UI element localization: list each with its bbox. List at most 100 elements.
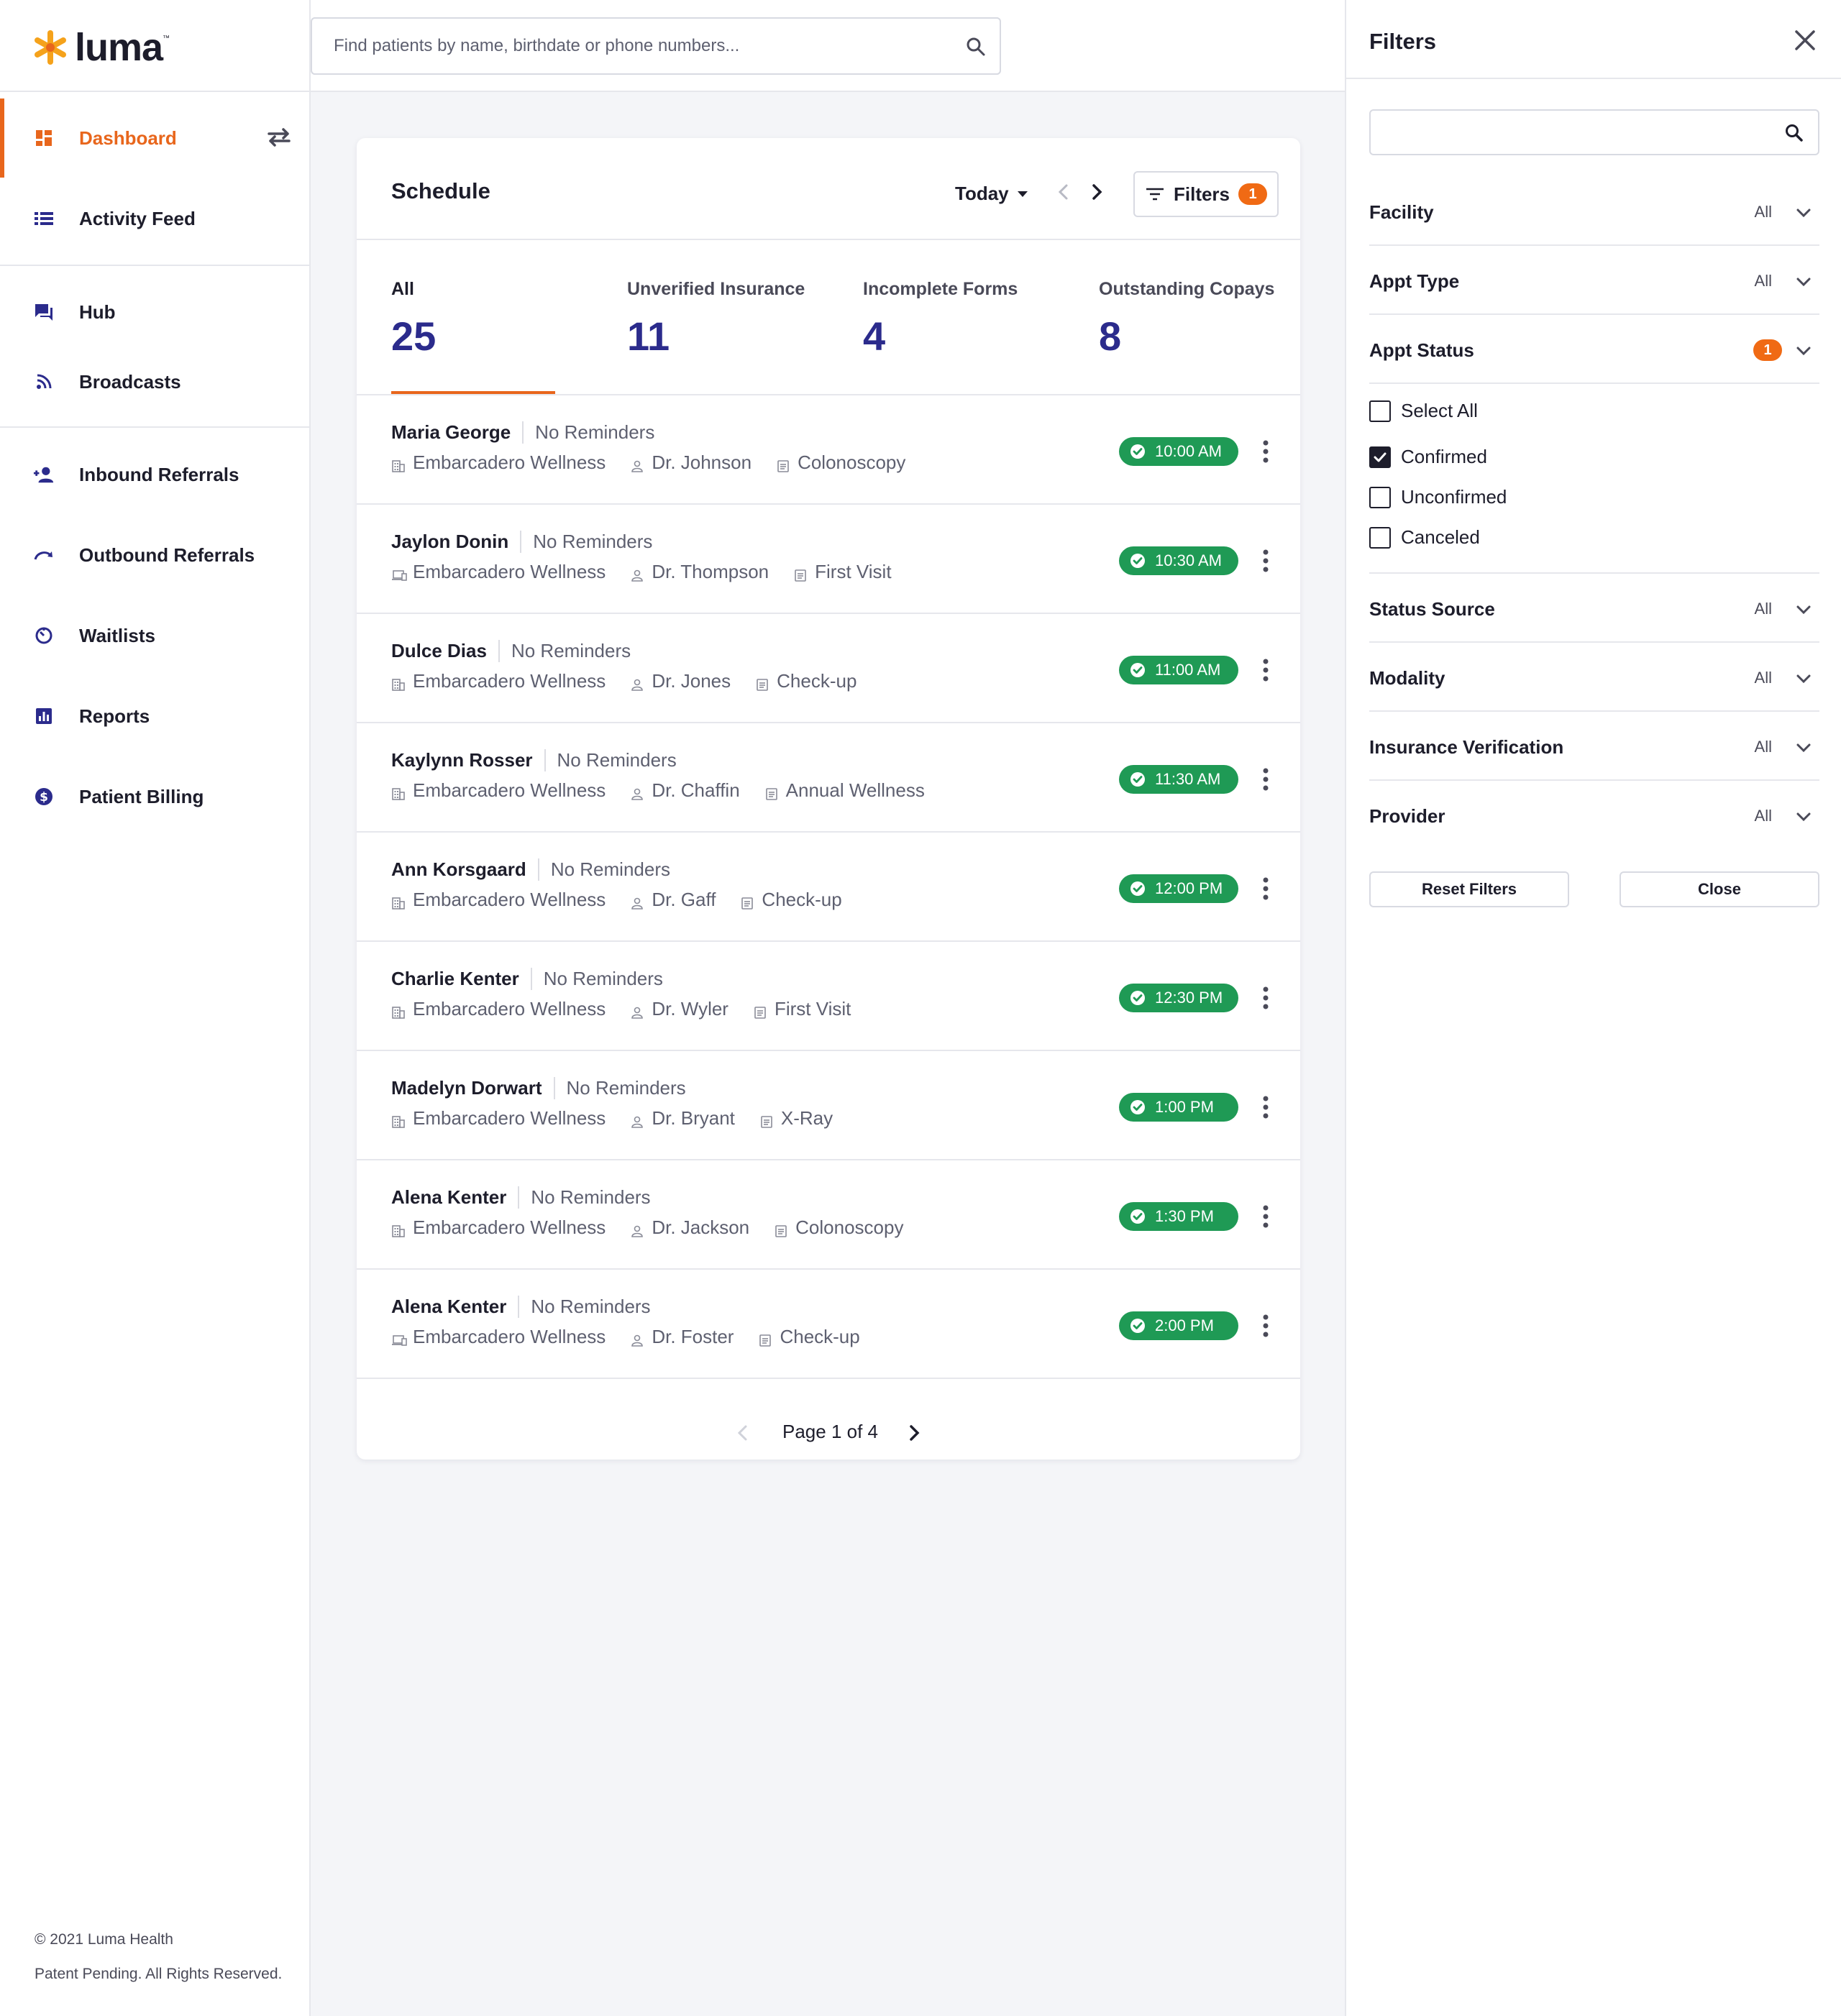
reset-filters-button[interactable]: Reset Filters bbox=[1369, 871, 1569, 907]
filters-button[interactable]: Filters 1 bbox=[1133, 171, 1279, 217]
appointment-time-badge[interactable]: 10:30 AM bbox=[1119, 546, 1238, 575]
sidebar-item-waitlists[interactable]: Waitlists bbox=[0, 596, 309, 675]
checkbox-box[interactable] bbox=[1369, 446, 1391, 468]
more-options-icon[interactable] bbox=[1260, 765, 1271, 794]
appointment-row[interactable]: Kaylynn Rosser No Reminders Embarcadero … bbox=[357, 723, 1300, 833]
appointment-row[interactable]: Maria George No Reminders Embarcadero We… bbox=[357, 395, 1300, 505]
stat-outstanding-copays[interactable]: Outstanding Copays 8 bbox=[1099, 279, 1274, 359]
facet-label: Appt Status bbox=[1369, 339, 1474, 361]
patient-name[interactable]: Charlie Kenter No Reminders bbox=[391, 968, 663, 990]
stat-incomplete-forms[interactable]: Incomplete Forms 4 bbox=[863, 279, 1018, 359]
luma-logo[interactable]: luma ™ bbox=[33, 26, 170, 69]
patient-name[interactable]: Ann Korsgaard No Reminders bbox=[391, 858, 670, 881]
appointment-time-badge[interactable]: 11:30 AM bbox=[1119, 765, 1238, 794]
facet-label: Modality bbox=[1369, 667, 1445, 689]
appointment-time-badge[interactable]: 12:00 PM bbox=[1119, 874, 1238, 903]
reminders-status: No Reminders bbox=[544, 749, 677, 771]
checkbox-box[interactable] bbox=[1369, 400, 1391, 422]
appointment-time-badge[interactable]: 1:00 PM bbox=[1119, 1093, 1238, 1122]
facet-provider[interactable]: Provider All bbox=[1369, 795, 1819, 838]
sidebar-item-patient-billing[interactable]: $ Patient Billing bbox=[0, 757, 309, 836]
appointment-row[interactable]: Dulce Dias No Reminders Embarcadero Well… bbox=[357, 614, 1300, 723]
more-options-icon[interactable] bbox=[1260, 1093, 1271, 1122]
pagination: Page 1 of 4 bbox=[357, 1412, 1300, 1455]
patient-name[interactable]: Dulce Dias No Reminders bbox=[391, 640, 631, 662]
patient-search-input[interactable]: Find patients by name, birthdate or phon… bbox=[311, 17, 1001, 75]
sidebar-item-hub[interactable]: Hub bbox=[0, 272, 309, 352]
patient-name-text: Kaylynn Rosser bbox=[391, 749, 533, 771]
appointment-type: Colonoscopy bbox=[776, 452, 905, 474]
sidebar-item-dashboard[interactable]: Dashboard bbox=[0, 98, 309, 178]
patient-name[interactable]: Alena Kenter No Reminders bbox=[391, 1186, 651, 1209]
appointment-time-badge[interactable]: 2:00 PM bbox=[1119, 1311, 1238, 1340]
patient-name[interactable]: Kaylynn Rosser No Reminders bbox=[391, 749, 677, 771]
check-circle-icon bbox=[1130, 1209, 1145, 1224]
appointment-row[interactable]: Ann Korsgaard No Reminders Embarcadero W… bbox=[357, 833, 1300, 942]
stat-unverified-insurance[interactable]: Unverified Insurance 11 bbox=[627, 279, 805, 359]
more-options-icon[interactable] bbox=[1260, 437, 1271, 466]
appointment-type-name: X-Ray bbox=[780, 1107, 833, 1129]
appointment-row[interactable]: Madelyn Dorwart No Reminders Embarcadero… bbox=[357, 1051, 1300, 1160]
person-add-icon bbox=[33, 464, 55, 485]
appointment-type: Check-up bbox=[740, 889, 842, 911]
more-options-icon[interactable] bbox=[1260, 656, 1271, 684]
sidebar-item-inbound-referrals[interactable]: Inbound Referrals bbox=[0, 435, 309, 514]
facet-insurance-verification[interactable]: Insurance Verification All bbox=[1369, 726, 1819, 769]
facet-facility[interactable]: Facility All bbox=[1369, 191, 1819, 234]
checkbox-canceled[interactable]: Canceled bbox=[1369, 526, 1480, 549]
sidebar-item-activity-feed[interactable]: Activity Feed bbox=[0, 179, 309, 258]
checkbox-box[interactable] bbox=[1369, 526, 1391, 549]
appointment-time-badge[interactable]: 1:30 PM bbox=[1119, 1202, 1238, 1231]
more-options-icon[interactable] bbox=[1260, 1311, 1271, 1340]
patient-name-text: Charlie Kenter bbox=[391, 968, 519, 989]
more-options-icon[interactable] bbox=[1260, 546, 1271, 575]
sidebar-item-reports[interactable]: Reports bbox=[0, 677, 309, 756]
stat-label: All bbox=[391, 279, 414, 299]
next-day-button[interactable] bbox=[1084, 180, 1109, 204]
previous-page-button[interactable] bbox=[732, 1421, 754, 1445]
appointment-time-badge[interactable]: 10:00 AM bbox=[1119, 437, 1238, 466]
facility: Embarcadero Wellness bbox=[391, 1107, 606, 1130]
building-icon bbox=[391, 674, 406, 691]
facet-status-source[interactable]: Status Source All bbox=[1369, 588, 1819, 631]
patient-name[interactable]: Madelyn Dorwart No Reminders bbox=[391, 1077, 686, 1099]
patient-name-text: Alena Kenter bbox=[391, 1186, 507, 1208]
swap-icon[interactable] bbox=[265, 125, 293, 150]
date-range-dropdown[interactable]: Today bbox=[955, 183, 1028, 205]
checkbox-box[interactable] bbox=[1369, 486, 1391, 508]
sidebar-item-broadcasts[interactable]: Broadcasts bbox=[0, 342, 309, 421]
appointment-row[interactable]: Alena Kenter No Reminders Embarcadero We… bbox=[357, 1270, 1300, 1379]
checkbox-select-all[interactable]: Select All bbox=[1369, 400, 1478, 422]
appointment-time: 2:00 PM bbox=[1155, 1316, 1214, 1334]
more-options-icon[interactable] bbox=[1260, 1202, 1271, 1231]
facet-modality[interactable]: Modality All bbox=[1369, 657, 1819, 700]
patient-name[interactable]: Maria George No Reminders bbox=[391, 421, 654, 444]
patient-name[interactable]: Alena Kenter No Reminders bbox=[391, 1296, 651, 1318]
previous-day-button[interactable] bbox=[1051, 180, 1076, 204]
checkbox-unconfirmed[interactable]: Unconfirmed bbox=[1369, 486, 1507, 508]
close-filters-button[interactable]: Close bbox=[1620, 871, 1819, 907]
checkbox-confirmed[interactable]: Confirmed bbox=[1369, 446, 1487, 468]
next-page-button[interactable] bbox=[903, 1421, 925, 1445]
clipboard-icon bbox=[793, 565, 808, 582]
appointment-time-badge[interactable]: 12:30 PM bbox=[1119, 984, 1238, 1012]
check-circle-icon bbox=[1130, 1100, 1145, 1114]
more-options-icon[interactable] bbox=[1260, 984, 1271, 1012]
appointment-row[interactable]: Charlie Kenter No Reminders Embarcadero … bbox=[357, 942, 1300, 1051]
stat-all[interactable]: All 25 bbox=[391, 279, 436, 359]
appointment-type-name: Annual Wellness bbox=[785, 779, 925, 801]
facet-appt-type[interactable]: Appt Type All bbox=[1369, 260, 1819, 303]
close-icon[interactable] bbox=[1792, 27, 1818, 53]
search-icon[interactable] bbox=[1783, 122, 1805, 144]
appointment-time-badge[interactable]: 11:00 AM bbox=[1119, 656, 1238, 684]
building-icon bbox=[391, 1221, 406, 1237]
facet-appt-status[interactable]: Appt Status 1 bbox=[1369, 329, 1819, 372]
appointment-row[interactable]: Alena Kenter No Reminders Embarcadero We… bbox=[357, 1160, 1300, 1270]
facility: Embarcadero Wellness bbox=[391, 998, 606, 1020]
more-options-icon[interactable] bbox=[1260, 874, 1271, 903]
search-icon[interactable] bbox=[965, 36, 987, 58]
filters-search-input[interactable] bbox=[1369, 109, 1819, 155]
patient-name[interactable]: Jaylon Donin No Reminders bbox=[391, 531, 652, 553]
sidebar-item-outbound-referrals[interactable]: Outbound Referrals bbox=[0, 516, 309, 595]
appointment-row[interactable]: Jaylon Donin No Reminders Embarcadero We… bbox=[357, 505, 1300, 614]
